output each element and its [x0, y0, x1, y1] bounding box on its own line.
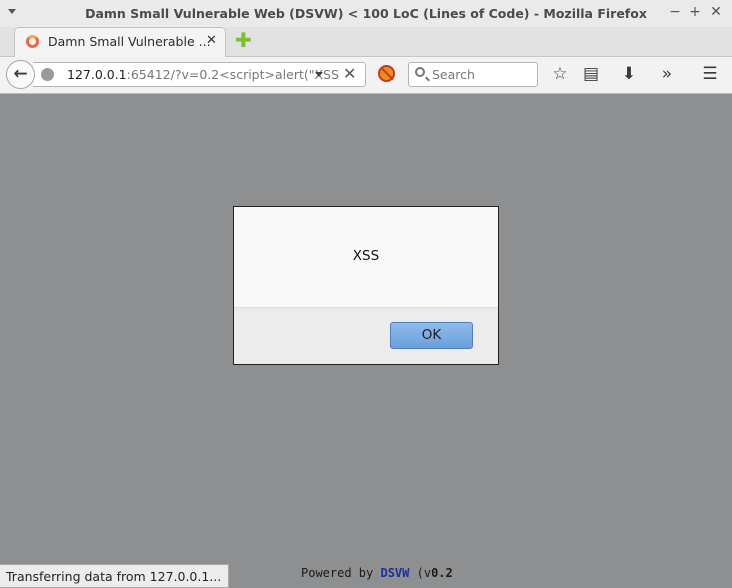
loading-throbber-icon	[26, 35, 39, 48]
navigation-toolbar: 127.0.0.1:65412/?v=0.2<script>alert("XSS…	[0, 57, 732, 94]
search-input[interactable]	[432, 66, 532, 83]
dialog-message-area: XSS	[234, 207, 498, 308]
maximize-button[interactable]: +	[687, 4, 703, 20]
alert-dialog: XSS OK	[233, 206, 499, 365]
window-title: Damn Small Vulnerable Web (DSVW) < 100 L…	[85, 6, 647, 21]
dsvw-link[interactable]: DSVW	[380, 566, 409, 580]
globe-icon[interactable]	[41, 68, 54, 81]
url-host: 127.0.0.1	[67, 67, 127, 82]
close-window-button[interactable]: ✕	[708, 4, 724, 20]
stop-loading-icon[interactable]: ✕	[343, 64, 356, 83]
powered-by-footer: Powered by DSVW (v0.2	[301, 566, 453, 580]
dialog-message: XSS	[352, 248, 380, 264]
url-bar[interactable]: 127.0.0.1:65412/?v=0.2<script>alert("XSS…	[33, 62, 366, 87]
url-history-dropdown-icon[interactable]	[315, 72, 323, 77]
footer-prefix: Powered by	[301, 566, 381, 580]
overflow-menu-icon[interactable]: »	[656, 63, 678, 85]
footer-mid: (v	[409, 566, 432, 580]
status-panel: Transferring data from 127.0.0.1...	[0, 564, 229, 588]
minimize-button[interactable]: −	[667, 4, 683, 20]
hamburger-menu-icon[interactable]: ☰	[699, 63, 721, 85]
url-path: :65412/?v=0.2<script>alert("XSS	[126, 67, 339, 82]
ok-button[interactable]: OK	[390, 322, 473, 349]
tab-dsvw[interactable]: Damn Small Vulnerable ... ✕	[14, 27, 226, 57]
tab-close-icon[interactable]: ✕	[206, 33, 217, 48]
window-menu-icon[interactable]	[8, 9, 16, 14]
url-text[interactable]: 127.0.0.1:65412/?v=0.2<script>alert("XSS	[67, 67, 339, 82]
search-icon[interactable]	[415, 67, 425, 77]
tab-strip: Damn Small Vulnerable ... ✕	[0, 27, 732, 57]
back-button[interactable]: ←	[6, 60, 35, 89]
window-titlebar: Damn Small Vulnerable Web (DSVW) < 100 L…	[0, 0, 732, 27]
dialog-button-area: OK	[234, 308, 498, 364]
footer-version: 0.2	[431, 566, 453, 580]
search-bar[interactable]	[408, 62, 538, 87]
tab-title: Damn Small Vulnerable ...	[48, 34, 211, 49]
reading-list-icon[interactable]: ▤	[580, 63, 602, 85]
new-tab-button[interactable]: ✚	[235, 30, 252, 50]
bookmark-star-icon[interactable]: ☆	[549, 63, 571, 85]
noscript-icon[interactable]	[378, 65, 395, 82]
downloads-icon[interactable]: ⬇	[618, 63, 640, 85]
